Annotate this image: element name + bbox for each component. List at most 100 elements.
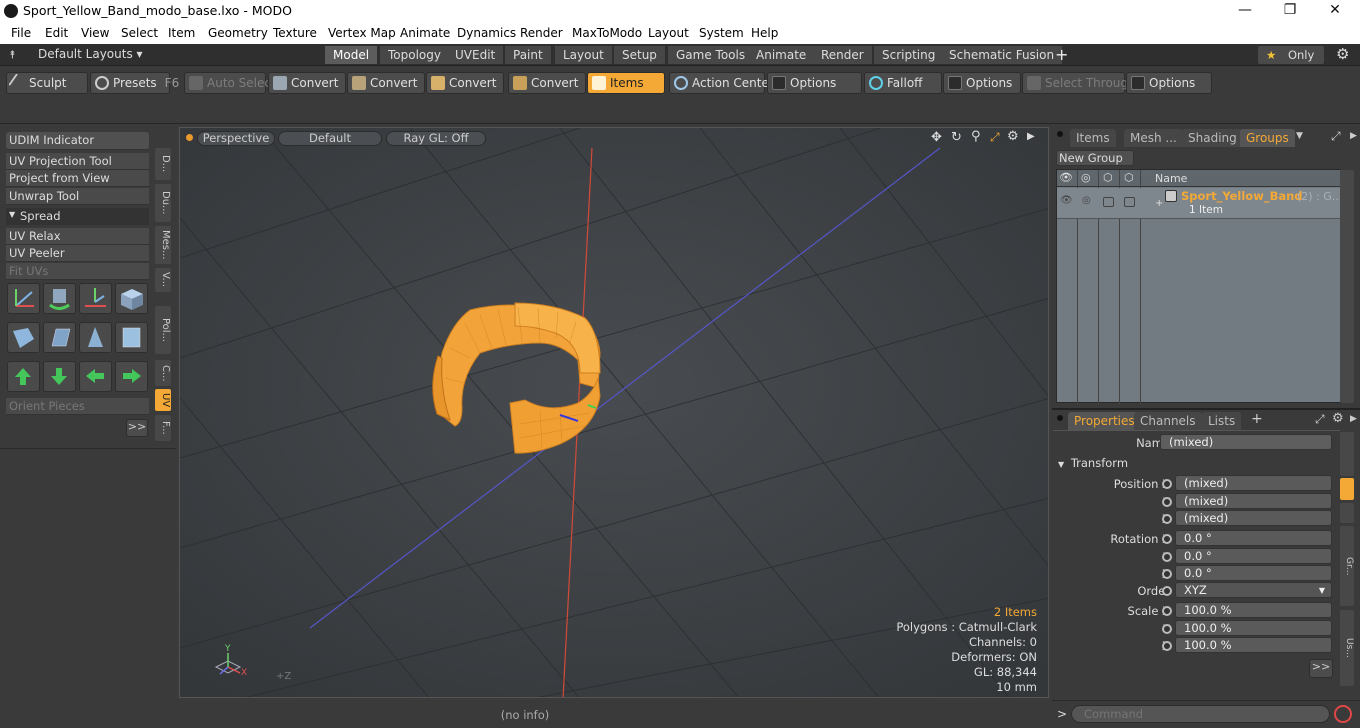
uv-projection-tool-button[interactable]: UV Projection Tool <box>6 153 149 170</box>
properties-more-button[interactable]: >> <box>1309 659 1333 678</box>
position-y-keyframe-dot[interactable] <box>1162 497 1172 507</box>
falloff-options-button[interactable]: Options <box>943 72 1021 94</box>
vtab-du[interactable]: Du... <box>155 184 171 222</box>
udim-indicator-button[interactable]: UDIM Indicator <box>6 132 149 150</box>
uv-move-icon[interactable] <box>79 283 112 314</box>
add-tab-button[interactable]: + <box>1251 411 1263 427</box>
vtab-d[interactable]: D... <box>155 148 171 180</box>
tab-layout[interactable]: Layout <box>555 46 613 64</box>
rotation-x-field[interactable]: 0.0 ° <box>1175 530 1332 546</box>
scale-x-field[interactable]: 100.0 % <box>1175 602 1332 618</box>
transform-section-header[interactable]: ▼ Transform <box>1058 456 1340 472</box>
panel-more-icon[interactable]: ▶ <box>1350 414 1357 424</box>
vtab-c[interactable]: C... <box>155 360 171 386</box>
rotate-view-icon[interactable]: ↻ <box>951 130 962 145</box>
action-center-options-button[interactable]: Options <box>767 72 862 94</box>
fit-uvs-button[interactable]: Fit UVs <box>6 263 149 280</box>
zoom-icon[interactable]: ⚲ <box>971 129 981 144</box>
raygl-toggle[interactable]: Ray GL: Off <box>386 131 486 146</box>
sculpt-button[interactable]: Sculpt <box>6 72 88 94</box>
new-group-button[interactable]: New Group <box>1056 150 1134 166</box>
only-toggle[interactable]: ★ Only <box>1258 46 1324 64</box>
panel-maximize-icon[interactable]: ⤢ <box>1315 412 1325 427</box>
group-row[interactable]: 👁 ◎ + Sport_Yellow_Band (2) : G... 1 Ite… <box>1057 188 1342 219</box>
tab-game-tools[interactable]: Game Tools <box>668 46 755 64</box>
align-up-icon[interactable] <box>7 361 40 392</box>
menu-select[interactable]: Select <box>121 26 158 40</box>
props-side-tab-gr[interactable]: Gr... <box>1340 526 1354 606</box>
uv-rotate-icon[interactable] <box>43 283 76 314</box>
order-dropdown[interactable]: XYZ ▼ <box>1175 582 1332 598</box>
props-side-tab-top[interactable] <box>1340 432 1354 476</box>
row-select-checkbox[interactable] <box>1124 197 1135 207</box>
position-z-field[interactable]: (mixed) <box>1175 510 1332 526</box>
props-side-tab-active[interactable] <box>1340 478 1354 500</box>
viewport-gear-icon[interactable]: ⚙ <box>1007 129 1019 144</box>
menu-item[interactable]: Item <box>168 26 195 40</box>
vtab-pol[interactable]: Pol... <box>155 306 171 354</box>
select-through-button[interactable]: Select Through <box>1022 72 1136 94</box>
tab-shading[interactable]: Shading <box>1182 129 1243 147</box>
default-layouts-dropdown[interactable]: Default Layouts ▾ <box>38 47 143 61</box>
groups-list[interactable]: 👁 ◎ ⬡ ⬡ Name 👁 ◎ + Sport_Yellow_Band (2)… <box>1056 169 1342 404</box>
items-mode-button[interactable]: Items <box>587 72 665 94</box>
align-right-icon[interactable] <box>115 361 148 392</box>
action-center-button[interactable]: Action Center <box>669 72 774 94</box>
menu-file[interactable]: File <box>11 26 31 40</box>
panel-gear-icon[interactable]: ⚙ <box>1332 411 1344 426</box>
tab-topology[interactable]: Topology <box>380 46 450 64</box>
scale-z-field[interactable]: 100.0 % <box>1175 637 1332 653</box>
presets-button[interactable]: Presets F6 <box>90 72 179 94</box>
row-lock-checkbox[interactable] <box>1103 197 1114 207</box>
minimize-button[interactable]: — <box>1230 2 1260 18</box>
scale-z-keyframe-dot[interactable] <box>1162 641 1172 651</box>
tab-uvedit[interactable]: UVEdit <box>447 46 505 64</box>
tabs-dropdown-icon[interactable]: ▼ <box>1296 131 1303 141</box>
position-y-field[interactable]: (mixed) <box>1175 493 1332 509</box>
tab-animate[interactable]: Animate <box>748 46 816 64</box>
orient-pieces-button[interactable]: Orient Pieces <box>6 398 149 415</box>
position-z-keyframe-dot[interactable] <box>1162 514 1172 524</box>
menu-layout[interactable]: Layout <box>648 26 689 40</box>
align-left-icon[interactable] <box>79 361 112 392</box>
uv-cylinder-icon[interactable] <box>115 322 148 353</box>
pan-icon[interactable]: ✥ <box>931 130 942 145</box>
more-tools-button[interactable]: >> <box>126 419 148 437</box>
uv-box-icon[interactable] <box>115 283 148 314</box>
maximize-button[interactable]: ❐ <box>1275 2 1305 18</box>
tab-paint[interactable]: Paint <box>505 46 552 64</box>
convert-edges-button[interactable]: Convert <box>347 72 425 94</box>
command-input[interactable] <box>1071 705 1330 723</box>
row-render-icon[interactable]: ◎ <box>1082 195 1091 206</box>
rotation-z-field[interactable]: 0.0 ° <box>1175 565 1332 581</box>
convert-polygons-button[interactable]: Convert <box>426 72 504 94</box>
menu-help[interactable]: Help <box>751 26 778 40</box>
menu-texture[interactable]: Texture <box>273 26 317 40</box>
uv-relax-button[interactable]: UV Relax <box>6 228 149 245</box>
name-field[interactable]: (mixed) <box>1160 434 1332 450</box>
menu-maxtomodo[interactable]: MaxToModo <box>572 26 642 40</box>
tab-properties[interactable]: Properties <box>1068 412 1141 430</box>
project-from-view-button[interactable]: Project from View <box>6 170 149 187</box>
menu-system[interactable]: System <box>699 26 744 40</box>
menu-render[interactable]: Render <box>520 26 563 40</box>
falloff-button[interactable]: Falloff <box>864 72 942 94</box>
props-side-tab-us[interactable]: Us... <box>1340 610 1354 686</box>
position-x-field[interactable]: (mixed) <box>1175 475 1332 491</box>
menu-animate[interactable]: Animate <box>400 26 450 40</box>
select-through-options-button[interactable]: Options <box>1126 72 1212 94</box>
add-layout-tab-button[interactable]: + <box>1055 45 1068 64</box>
vtab-f[interactable]: F... <box>155 415 171 441</box>
scale-x-keyframe-dot[interactable] <box>1162 606 1172 616</box>
scale-y-keyframe-dot[interactable] <box>1162 624 1172 634</box>
menu-geometry[interactable]: Geometry <box>208 26 268 40</box>
menu-view[interactable]: View <box>81 26 109 40</box>
tab-setup[interactable]: Setup <box>614 46 666 64</box>
viewport-more-icon[interactable]: ▶ <box>1027 131 1035 142</box>
tab-lists[interactable]: Lists <box>1202 412 1242 430</box>
3d-viewport[interactable]: Y X +Z Perspective Default Ray GL: Off ✥… <box>179 127 1049 698</box>
convert-vertices-button[interactable]: Convert <box>268 72 346 94</box>
groups-scrollbar[interactable] <box>1340 170 1354 403</box>
close-button[interactable]: ✕ <box>1320 2 1350 18</box>
uv-cone-icon[interactable] <box>79 322 112 353</box>
